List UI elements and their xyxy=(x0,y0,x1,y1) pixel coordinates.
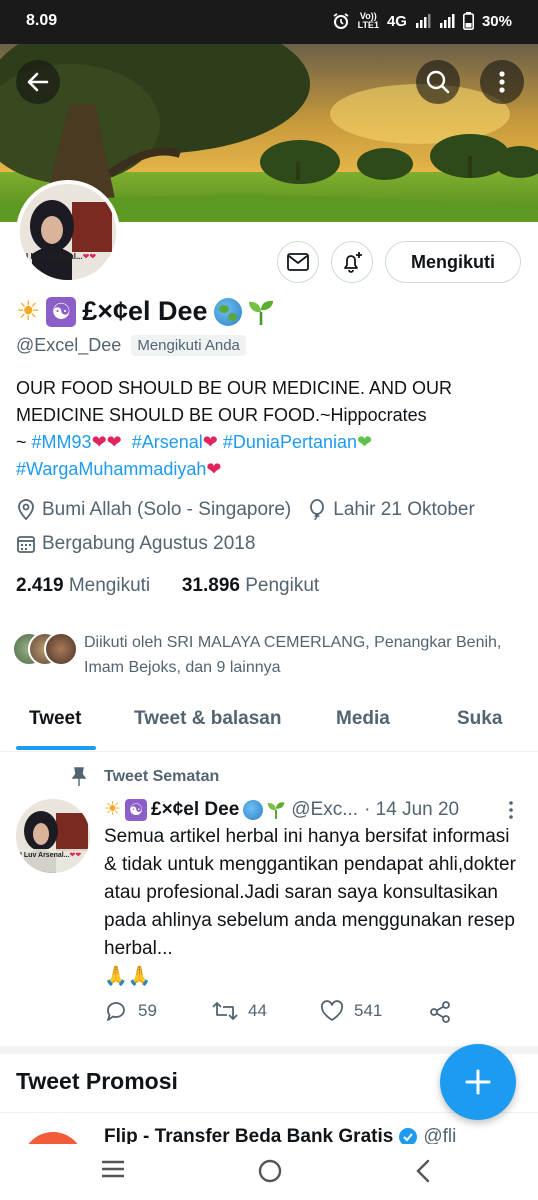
bell-plus-icon xyxy=(344,252,362,273)
followed-by[interactable]: Diikuti oleh SRI MALAYA CEMERLANG, Penan… xyxy=(12,630,532,680)
globe-emoji xyxy=(213,297,242,326)
notify-button[interactable] xyxy=(331,241,373,283)
plus-icon xyxy=(465,1069,491,1095)
share-icon xyxy=(430,1001,450,1023)
pin-icon xyxy=(71,767,87,786)
recent-apps-button[interactable] xyxy=(100,1158,126,1185)
system-back-button[interactable] xyxy=(414,1158,432,1189)
pinned-label: Tweet Sematan xyxy=(70,767,219,787)
hashtag-arsenal[interactable]: #Arsenal xyxy=(132,432,203,452)
follow-counts: 2.419 Mengikuti 31.896 Pengikut xyxy=(16,575,319,597)
status-icons: Vo)) LTE1 4G 30% xyxy=(332,12,512,30)
follower-avatar xyxy=(44,632,78,666)
search-icon xyxy=(426,70,450,94)
followed-by-text: Diikuti oleh SRI MALAYA CEMERLANG, Penan… xyxy=(84,634,502,676)
profile-location: Bumi Allah (Solo - Singapore) xyxy=(42,499,292,520)
share-button[interactable] xyxy=(428,1000,452,1024)
display-name: ☀ ☯ £×¢el Dee xyxy=(16,296,274,327)
tweet-handle: @Exc... xyxy=(291,798,359,820)
network-type: 4G xyxy=(386,12,407,30)
tweet-text: Semua artikel herbal ini hanya bersifat … xyxy=(104,823,524,991)
tweet-actions: 59 44 541 xyxy=(104,1000,524,1030)
tab-indicator xyxy=(16,746,96,750)
status-time: 8.09 xyxy=(26,12,58,29)
battery-percent: 30% xyxy=(481,12,512,30)
battery-icon xyxy=(462,12,474,30)
status-bar: 8.09 Vo)) LTE1 4G 30% xyxy=(0,0,538,44)
avatar-caption: I Luv Arsenal...❤❤ xyxy=(26,252,97,261)
more-vertical-icon xyxy=(499,71,505,93)
more-vertical-icon xyxy=(509,801,513,819)
tweet-date: · 14 Jun 20 xyxy=(364,798,460,820)
tweet-header: ☀ ☯ £×¢el Dee @Exc... · 14 Jun 20 xyxy=(104,798,524,821)
tab-tweet-replies[interactable]: Tweet & balasan xyxy=(134,708,281,730)
tweet-avatar-caption: I Luv Arsenal...❤❤ xyxy=(20,852,82,859)
like-icon xyxy=(320,1000,344,1021)
back-arrow-icon xyxy=(27,72,49,92)
profile-name: £×¢el Dee xyxy=(82,296,208,326)
signal-icon-2 xyxy=(439,14,455,28)
profile-birthday: Lahir 21 Oktober xyxy=(333,499,475,520)
tweet-author[interactable]: ☀ ☯ £×¢el Dee xyxy=(104,798,285,821)
follower-avatars xyxy=(12,630,78,666)
message-button[interactable] xyxy=(277,241,319,283)
sun-emoji: ☀ xyxy=(16,296,41,326)
tab-likes[interactable]: Suka xyxy=(457,708,502,730)
more-button[interactable] xyxy=(480,60,524,104)
hashtag-mm93[interactable]: #MM93 xyxy=(32,432,92,452)
volte-indicator: Vo)) LTE1 xyxy=(357,11,379,30)
profile-avatar[interactable]: I Luv Arsenal...❤❤ xyxy=(16,180,120,284)
recent-apps-icon xyxy=(102,1160,124,1178)
handle-row: @Excel_Dee Mengikuti Anda xyxy=(16,335,246,356)
location-birthday-row: Bumi Allah (Solo - Singapore) Lahir 21 O… xyxy=(16,499,475,521)
hashtag-dunia-pertanian[interactable]: #DuniaPertanian xyxy=(223,432,357,452)
search-button[interactable] xyxy=(416,60,460,104)
home-circle-icon xyxy=(258,1159,282,1183)
profile-bio: OUR FOOD SHOULD BE OUR MEDICINE. AND OUR… xyxy=(16,378,453,479)
signal-icon xyxy=(415,14,431,28)
chevron-left-icon xyxy=(416,1159,430,1183)
seedling-emoji xyxy=(248,300,273,325)
home-button[interactable] xyxy=(257,1158,283,1189)
yin-yang-emoji: ☯ xyxy=(46,296,77,327)
back-button[interactable] xyxy=(16,60,60,104)
followers-link[interactable]: 31.896 Pengikut xyxy=(182,575,319,596)
compose-tweet-button[interactable] xyxy=(440,1044,516,1120)
promoted-section-title: Tweet Promosi xyxy=(16,1068,178,1094)
hashtag-warga-muhammadiyah[interactable]: #WargaMuhammadiyah xyxy=(16,459,206,479)
tweet-more-button[interactable] xyxy=(507,800,515,825)
tweet-avatar[interactable]: I Luv Arsenal...❤❤ xyxy=(16,799,90,873)
calendar-icon xyxy=(17,536,35,553)
profile-handle: @Excel_Dee xyxy=(16,335,122,355)
profile-tabs: Tweet Tweet & balasan Media Suka xyxy=(0,698,538,752)
following-button[interactable]: Mengikuti xyxy=(385,241,521,283)
balloon-icon xyxy=(310,499,325,521)
joined-row: Bergabung Agustus 2018 xyxy=(16,533,255,555)
alarm-icon xyxy=(333,13,349,29)
following-link[interactable]: 2.419 Mengikuti xyxy=(16,575,150,596)
follows-you-badge: Mengikuti Anda xyxy=(131,335,246,356)
reply-icon xyxy=(107,1002,125,1021)
like-button[interactable]: 541 xyxy=(320,1000,382,1022)
retweet-button[interactable]: 44 xyxy=(212,1000,267,1022)
mail-icon xyxy=(287,253,309,271)
location-icon xyxy=(18,499,34,521)
system-nav-bar xyxy=(0,1144,538,1200)
retweet-icon xyxy=(212,1002,238,1020)
profile-joined: Bergabung Agustus 2018 xyxy=(42,533,256,554)
tab-media[interactable]: Media xyxy=(336,708,390,730)
tab-tweet[interactable]: Tweet xyxy=(29,708,81,730)
tweet-emoji: 🙏🙏 xyxy=(104,966,152,987)
reply-button[interactable]: 59 xyxy=(104,1000,157,1022)
